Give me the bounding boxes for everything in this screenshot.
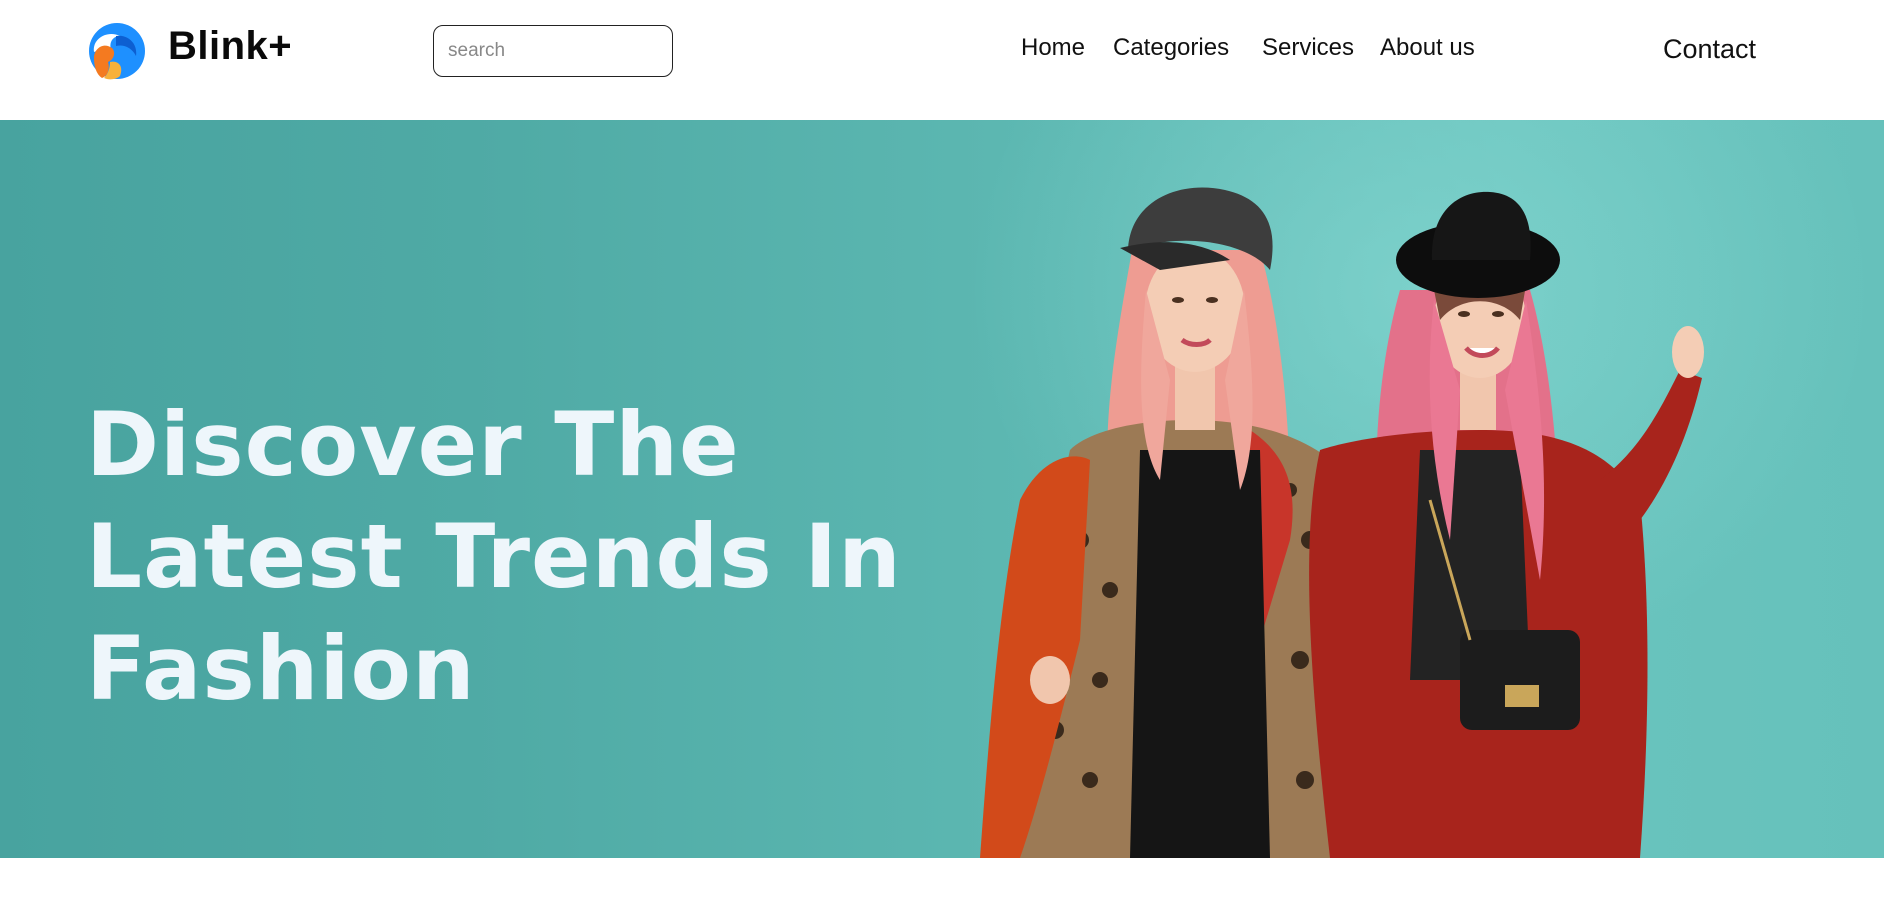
nav-about-us[interactable]: About us <box>1380 34 1475 62</box>
nav-home[interactable]: Home <box>1021 34 1085 62</box>
site-header: Blink+ Home Categories Services About us… <box>0 0 1884 120</box>
right-model <box>1309 191 1704 858</box>
nav-categories[interactable]: Categories <box>1113 34 1229 62</box>
left-model <box>980 187 1361 858</box>
hero-title-line: Latest Trends In <box>86 504 902 608</box>
fashion-models-photo-icon <box>980 187 1704 858</box>
hero-title-line: Discover The <box>86 392 740 496</box>
nav-services[interactable]: Services <box>1262 34 1354 62</box>
hero-banner: Discover The Latest Trends In Fashion <box>0 120 1884 858</box>
hero-title: Discover The Latest Trends In Fashion <box>86 389 986 725</box>
hero-title-line: Fashion <box>86 616 476 720</box>
contact-link[interactable]: Contact <box>1663 34 1756 65</box>
brand-logo-icon[interactable] <box>86 22 146 80</box>
search-input[interactable] <box>433 25 673 77</box>
brand-name[interactable]: Blink+ <box>168 24 292 69</box>
